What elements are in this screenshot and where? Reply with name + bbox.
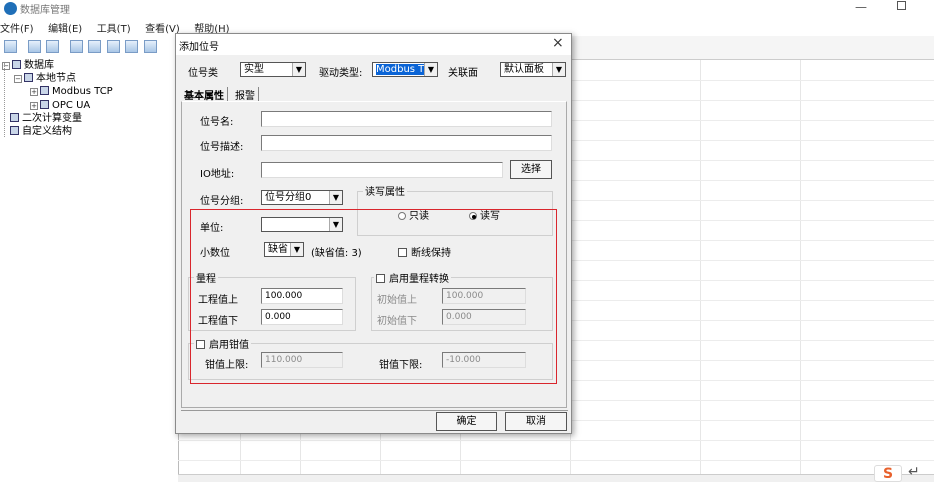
add-node-icon[interactable]: [69, 40, 83, 53]
dropdown-arrow-icon: ▼: [552, 63, 565, 76]
collapse-icon[interactable]: −: [2, 62, 10, 70]
tag-name-label: 位号名:: [200, 117, 234, 128]
dialog-title: 添加位号: [179, 42, 219, 53]
tab-alarm[interactable]: 报警: [235, 87, 259, 102]
return-arrow-icon: ↵: [908, 464, 920, 480]
tag-type-select[interactable]: 实型 ▼: [240, 62, 306, 77]
folder-icon: [10, 113, 19, 122]
menu-tools[interactable]: 工具(T): [97, 20, 131, 35]
close-icon[interactable]: ×: [552, 35, 564, 51]
app-title: 数据库管理: [20, 5, 70, 16]
io-address-input[interactable]: [261, 162, 503, 178]
panel-select[interactable]: 默认面板 ▼: [500, 62, 566, 77]
minimize-icon[interactable]: —: [855, 0, 867, 14]
tag-group-select[interactable]: 位号分组0 ▼: [261, 190, 343, 205]
rw-group-caption: 读写属性: [363, 183, 407, 198]
panel-value: 默认面板: [504, 64, 544, 75]
expand-icon[interactable]: +: [30, 88, 38, 96]
folder-icon: [10, 126, 19, 135]
tree-guide-line: [4, 63, 5, 137]
tag-group-label: 位号分组:: [200, 196, 244, 207]
grid-row-line: [178, 440, 934, 441]
delete-icon[interactable]: [106, 40, 120, 53]
save-icon[interactable]: [4, 40, 17, 53]
tag-type-label: 位号类: [188, 68, 218, 79]
tree-item-opcua[interactable]: + OPC UA: [30, 100, 90, 112]
node-icon: [24, 73, 33, 82]
tree-item-custom-struct[interactable]: 自定义结构: [10, 126, 72, 138]
separator: [181, 410, 568, 411]
tag-type-value: 实型: [244, 64, 264, 75]
tree-item-calc-vars[interactable]: 二次计算变量: [10, 113, 82, 125]
select-button[interactable]: 选择: [510, 160, 552, 179]
dialog-titlebar: [176, 34, 571, 55]
io-address-label: IO地址:: [200, 169, 235, 180]
device-icon: [40, 100, 49, 109]
tag-name-input[interactable]: [261, 111, 552, 127]
tree-item-local-node[interactable]: − 本地节点: [14, 73, 76, 85]
driver-type-select[interactable]: Modbus TCP ▼: [372, 62, 438, 77]
tag-desc-input[interactable]: [261, 135, 552, 151]
app-titlebar: [0, 0, 934, 17]
tree-label: Modbus TCP: [52, 86, 113, 97]
database-app-icon: [4, 2, 17, 15]
add-tag-icon[interactable]: [88, 40, 101, 53]
dropdown-arrow-icon: ▼: [329, 191, 342, 204]
menu-edit[interactable]: 编辑(E): [48, 20, 82, 35]
highlight-box: [190, 209, 557, 384]
tree-label: 自定义结构: [22, 126, 72, 137]
tree-item-modbus[interactable]: + Modbus TCP: [30, 86, 113, 98]
grid-divider: [700, 60, 701, 482]
dropdown-arrow-icon: ▼: [292, 63, 305, 76]
dropdown-arrow-icon: ▼: [424, 63, 437, 76]
database-icon: [12, 60, 21, 69]
grid-divider: [800, 60, 801, 482]
tag-desc-label: 位号描述:: [200, 142, 244, 153]
paste-icon[interactable]: [46, 40, 59, 53]
panel-label: 关联面: [448, 68, 478, 79]
tag-group-value: 位号分组0: [265, 192, 312, 203]
ok-button[interactable]: 确定: [436, 412, 497, 431]
tree-label: 本地节点: [36, 73, 76, 84]
tree-label: 二次计算变量: [22, 113, 82, 124]
tree-label: OPC UA: [52, 100, 91, 111]
toolbar: [0, 38, 159, 56]
ime-logo-icon[interactable]: S: [874, 465, 902, 482]
driver-type-label: 驱动类型:: [319, 68, 363, 79]
device-icon: [40, 86, 49, 95]
menu-file[interactable]: 文件(F): [0, 20, 34, 35]
copy-icon[interactable]: [27, 40, 41, 53]
grid-row-line: [178, 460, 934, 461]
maximize-icon[interactable]: [897, 1, 906, 10]
status-bar: [178, 474, 934, 482]
tab-basic[interactable]: 基本属性: [184, 87, 228, 102]
expand-icon[interactable]: +: [30, 102, 38, 110]
tree-label: 数据库: [24, 60, 54, 71]
cancel-button[interactable]: 取消: [505, 412, 567, 431]
import-icon[interactable]: [125, 40, 138, 53]
export-icon[interactable]: [143, 40, 157, 53]
collapse-icon[interactable]: −: [14, 75, 22, 83]
tree-item-database[interactable]: − 数据库: [2, 60, 54, 72]
